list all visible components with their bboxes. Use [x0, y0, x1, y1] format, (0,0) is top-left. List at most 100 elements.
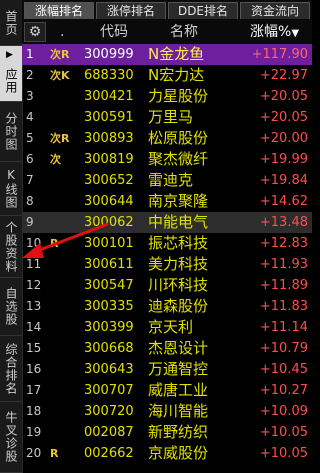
row-index: 7	[26, 173, 34, 187]
stock-name: 迪森股份	[148, 297, 209, 315]
change-pct: +19.84	[259, 173, 308, 188]
stock-name: 海川智能	[148, 402, 209, 420]
stock-name: 松原股份	[148, 129, 209, 147]
row-flag	[50, 86, 78, 107]
row-index: 13	[26, 299, 42, 313]
header-change-pct[interactable]: 涨幅%▼	[250, 20, 299, 44]
row-index: 12	[26, 278, 42, 292]
row-index: 1	[26, 47, 34, 61]
header-code[interactable]: 代码	[100, 20, 128, 44]
change-pct: +14.62	[259, 194, 308, 209]
stock-code: 300643	[84, 362, 134, 377]
table-row[interactable]: 19 002087 新野纺织 +10.05	[22, 422, 312, 443]
sidebar-item-apps[interactable]: ▶ 应用	[0, 46, 22, 102]
table-row[interactable]: 17 300707 威唐工业 +10.27	[22, 380, 312, 401]
row-index: 17	[26, 383, 42, 397]
table-row[interactable]: 20 R 002662 京威股份 +10.05	[22, 443, 312, 464]
table-row[interactable]: 3 300421 力星股份 +20.05	[22, 86, 312, 107]
table-row[interactable]: 14 300399 京天利 +11.14	[22, 317, 312, 338]
collapse-arrow-icon: ▶	[6, 50, 13, 60]
row-index: 11	[26, 257, 42, 271]
change-pct: +117.90	[251, 47, 308, 62]
stock-name: 威唐工业	[148, 381, 209, 399]
row-index: 20	[26, 446, 42, 460]
table-row[interactable]: 18 300720 海川智能 +10.09	[22, 401, 312, 422]
table-row[interactable]: 11 300611 美力科技 +11.93	[22, 254, 312, 275]
table-row[interactable]: 5 次R 300893 松原股份 +20.00	[22, 128, 312, 149]
stock-code: 002662	[84, 446, 134, 461]
stock-name: 京威股份	[148, 444, 209, 462]
stock-code: 300652	[84, 173, 134, 188]
sidebar-item-stock-profile[interactable]: 个股资料	[0, 216, 22, 278]
change-pct: +10.45	[259, 362, 308, 377]
table-row[interactable]: 6 次 300819 聚杰微纤 +19.99	[22, 149, 312, 170]
change-pct: +20.05	[259, 89, 308, 104]
sidebar-item-kline[interactable]: K线图	[0, 162, 22, 216]
row-index: 19	[26, 425, 42, 439]
sidebar-item-timeshare[interactable]: 分时图	[0, 102, 22, 162]
table-row[interactable]: 9 300062 中能电气 +13.48	[22, 212, 312, 233]
stock-name: 万里马	[148, 108, 194, 126]
tab-capital-flow[interactable]: 资金流向	[240, 2, 310, 19]
row-index: 10	[26, 236, 42, 250]
stock-ranking-window: 首页 ▶ 应用 分时图 K线图 个股资料 自选股 综合排名 牛叉诊股 涨幅排名 …	[0, 0, 312, 473]
row-index: 15	[26, 341, 42, 355]
stock-name: N宏力达	[148, 66, 205, 84]
change-pct: +11.83	[259, 299, 308, 314]
row-index: 2	[26, 68, 34, 82]
row-index: 8	[26, 194, 34, 208]
sidebar-item-label: 应用	[4, 67, 18, 94]
table-row[interactable]: 8 300644 南京聚隆 +14.62	[22, 191, 312, 212]
gear-icon[interactable]: ⚙	[24, 22, 46, 42]
change-pct: +10.79	[259, 341, 308, 356]
row-flag: 次R	[50, 48, 70, 61]
row-flag	[50, 191, 78, 212]
sidebar-item-label: 个股资料	[4, 220, 18, 273]
row-flag	[50, 359, 78, 380]
sidebar-item-overall-ranking[interactable]: 综合排名	[0, 336, 22, 402]
tab-dde-ranking[interactable]: DDE排名	[168, 2, 238, 19]
stock-code: 300668	[84, 341, 134, 356]
table-row[interactable]: 16 300643 万通智控 +10.45	[22, 359, 312, 380]
table-row[interactable]: 13 300335 迪森股份 +11.83	[22, 296, 312, 317]
stock-code: 300591	[84, 110, 134, 125]
row-index: 9	[26, 215, 34, 229]
table-row[interactable]: 1 次R 300999 N金龙鱼 +117.90	[22, 44, 312, 65]
row-flag	[50, 275, 78, 296]
sidebar-item-home[interactable]: 首页	[0, 0, 22, 46]
table-row[interactable]: 12 300547 川环科技 +11.89	[22, 275, 312, 296]
stock-code: 300707	[84, 383, 134, 398]
sidebar-item-label: 分时图	[4, 112, 18, 151]
table-row[interactable]: 10 R 300101 振芯科技 +12.83	[22, 233, 312, 254]
header-name[interactable]: 名称	[170, 20, 198, 44]
stock-name: 聚杰微纤	[148, 150, 209, 168]
stock-code: 300335	[84, 299, 134, 314]
sidebar-item-label: 牛叉诊股	[4, 411, 18, 463]
stock-code: 300421	[84, 89, 134, 104]
row-index: 14	[26, 320, 42, 334]
stock-name: 川环科技	[148, 276, 209, 294]
row-flag: R	[50, 237, 59, 250]
tab-limit-up-ranking[interactable]: 涨停排名	[96, 2, 166, 19]
stock-name: 雷迪克	[148, 171, 194, 189]
sidebar-item-watchlist[interactable]: 自选股	[0, 278, 22, 336]
table-row[interactable]: 2 次K 688330 N宏力达 +22.97	[22, 65, 312, 86]
header-dot: .	[60, 24, 65, 40]
sidebar-item-stock-diagnosis[interactable]: 牛叉诊股	[0, 402, 22, 473]
stock-code: 300547	[84, 278, 134, 293]
stock-code: 300893	[84, 131, 134, 146]
sidebar-item-label: K线图	[4, 168, 18, 209]
table-row[interactable]: 15 300668 杰恩设计 +10.79	[22, 338, 312, 359]
row-flag: 次	[50, 153, 61, 166]
stock-code: 300819	[84, 152, 134, 167]
row-flag	[50, 422, 78, 443]
table-row[interactable]: 4 300591 万里马 +20.05	[22, 107, 312, 128]
tab-gain-ranking[interactable]: 涨幅排名	[24, 2, 94, 19]
row-flag: 次K	[50, 69, 70, 82]
row-index: 4	[26, 110, 34, 124]
stock-name: 杰恩设计	[148, 339, 209, 357]
stock-name: N金龙鱼	[148, 45, 205, 63]
stock-code: 300999	[84, 47, 134, 62]
change-pct: +11.93	[259, 257, 308, 272]
table-row[interactable]: 7 300652 雷迪克 +19.84	[22, 170, 312, 191]
